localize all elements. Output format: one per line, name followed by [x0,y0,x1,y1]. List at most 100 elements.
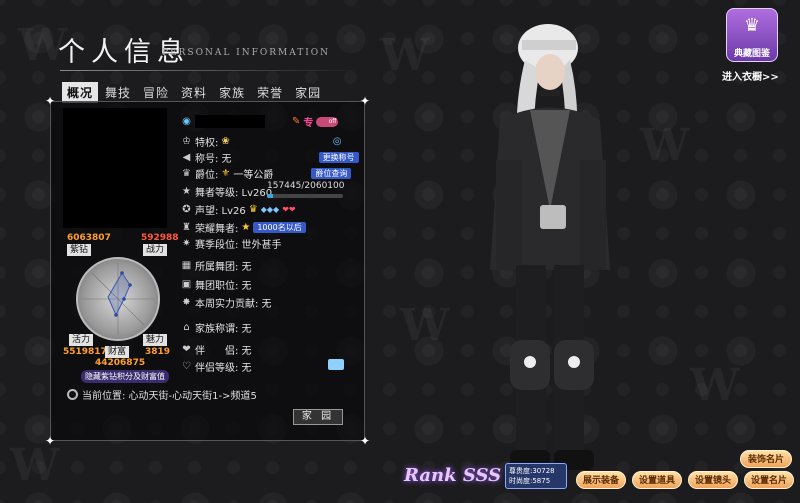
gem-icon: ◆◆◆ [260,205,280,214]
special-toggle[interactable]: off [316,116,339,127]
overview-panel: ✦ ✦ ✦ ✦ 6063807 紫钻 592988 战力 活力 5519817 … [45,95,370,447]
tab-family[interactable]: 家族 [214,82,250,103]
collection-button[interactable]: ♛ 典藏图鉴 [726,8,778,62]
title-value: 称号: 无 [195,154,232,165]
eye-icon[interactable]: ◎ [333,136,342,147]
family-icon: ⌂ [183,322,190,333]
rank-row: ♛ 爵位: ⚜ 一等公爵 爵位查询 [181,166,352,181]
vip-icon: ◉ [182,116,191,127]
level-progress-bar [267,194,343,198]
watermark: W [690,360,740,411]
wealth-value: 44206875 [95,358,146,368]
vitality-label: 活力 [69,334,94,346]
title-divider [60,70,360,71]
brush-icon: ✎ [292,116,301,127]
special-badge: 专 [303,118,314,129]
reputation-value: 声望: Lv26 [195,206,246,217]
privilege-row: ♔ 特权: ❀ ◎ [181,134,342,149]
tab-home[interactable]: 家园 [290,82,326,103]
weekly-row: ✸ 本周实力贡献: 无 [181,295,272,310]
crown-icon: ♛ [248,204,258,215]
vitality-value: 5519817 [63,347,107,357]
weekly-value: 本周实力贡献: 无 [195,299,272,310]
tab-dance-skill[interactable]: 舞技 [100,82,136,103]
tab-bar: 概况 舞技 冒险 资料 家族 荣誉 家园 [62,82,326,103]
season-icon: ✷ [182,238,191,249]
fashion-stat: 时尚度:5875 [509,477,551,485]
avatar[interactable] [63,108,167,228]
change-title-button[interactable]: 更换称号 [318,152,359,163]
location-text: 当前位置: 心动天街-心动天街1->频道5 [82,391,257,402]
honor-rank-button[interactable]: 1000名以后 [253,222,306,233]
page-subtitle: PERSONAL INFORMATION [162,48,331,58]
wealth-label: 财富 [105,346,130,358]
player-name [195,115,265,128]
partner-level-row: ♡ 伴侣等级: 无 [181,359,252,374]
reputation-row: ✪ 声望: Lv26 ♛ ◆◆◆ ❤❤ [181,202,295,217]
hide-stats-link[interactable]: 隐藏紫钻积分及财富值 [81,370,169,383]
combat-value: 592988 [141,233,179,243]
enter-wardrobe-link[interactable]: 进入衣橱>> [722,68,779,83]
reputation-icon: ✪ [182,204,191,215]
set-camera-button[interactable]: 设置镜头 [688,471,738,489]
dancer-level-row: ★ 舞者等级: Lv260 [181,184,272,199]
charm-value: 3819 [145,347,171,357]
decorate-card-button[interactable]: 装饰名片 [740,450,792,468]
team-position-value: 舞团职位: 无 [195,281,252,292]
current-location: 当前位置: 心动天街-心动天街1->频道5 [67,387,257,402]
partner-level-value: 伴侣等级: 无 [195,363,252,374]
rank-stats-box: 尊贵度:30728 时尚度:5875 [505,463,567,489]
star-icon: ★ [182,186,191,197]
dress-icon: ♛ [743,15,761,36]
tab-adventure[interactable]: 冒险 [138,82,174,103]
show-equipment-button[interactable]: 展示装备 [576,471,626,489]
tab-honor[interactable]: 荣誉 [252,82,288,103]
corner-ornament: ✦ [45,94,56,108]
rank-query-button[interactable]: 爵位查询 [311,168,352,179]
family-title-value: 家族称谓: 无 [195,324,252,335]
partner-value: 伴 侣: 无 [195,346,252,357]
location-icon [67,389,78,400]
character-avatar [490,24,610,470]
chat-icon[interactable] [328,359,344,370]
level-progress-text: 157445/2060100 [267,181,345,191]
rank-value: 一等公爵 [233,170,274,181]
tab-overview[interactable]: 概况 [62,82,99,103]
season-row: ✷ 赛季段位: 世外甚手 [181,236,282,251]
duke-icon: ⚜ [221,168,231,179]
dancer-level: 舞者等级: Lv260 [195,188,273,199]
set-props-button[interactable]: 设置道具 [632,471,682,489]
honor-dancer-row: ♜ 荣耀舞者: ★ 1000名以后 [181,220,306,235]
team-position-row: ▣ 舞团职位: 无 [181,277,252,292]
title-row: ◀ 称号: 无 更换称号 [181,150,359,165]
watermark: W [380,30,430,81]
crown-icon: ♔ [182,136,191,147]
megaphone-icon: ◀ [182,152,191,163]
purple-diamond-label: 紫钻 [67,244,92,256]
watermark: W [400,300,450,351]
tab-profile[interactable]: 资料 [176,82,212,103]
watermark: W [640,120,690,171]
contribution-icon: ✸ [182,297,191,308]
partner-level-icon: ♡ [182,361,191,372]
home-button[interactable]: 家 园 [293,409,343,425]
honor-icon: ♜ [182,222,191,233]
team-icon: ▦ [181,260,192,271]
rank-label: 爵位: [195,170,219,181]
stats-radar [76,257,160,341]
position-icon: ▣ [181,279,192,290]
radar-graph [82,263,154,335]
corner-ornament: ✦ [360,434,371,448]
team-value: 所属舞团: 无 [195,262,252,273]
partner-heart-icon: ❤ [182,344,191,355]
combat-label: 战力 [143,244,168,256]
set-card-button[interactable]: 设置名片 [744,471,794,489]
team-row: ▦ 所属舞团: 无 [181,258,252,273]
charm-label: 魅力 [143,334,168,346]
rank-badge: Rank SSS [404,465,502,486]
privilege-badge-icon: ❀ [221,136,230,147]
partner-row: ❤ 伴 侣: 无 [181,342,252,357]
season-value: 赛季段位: 世外甚手 [195,240,282,251]
contribution-stat: 尊贵度:30728 [509,467,555,475]
purple-diamond-value: 6063807 [67,233,111,243]
